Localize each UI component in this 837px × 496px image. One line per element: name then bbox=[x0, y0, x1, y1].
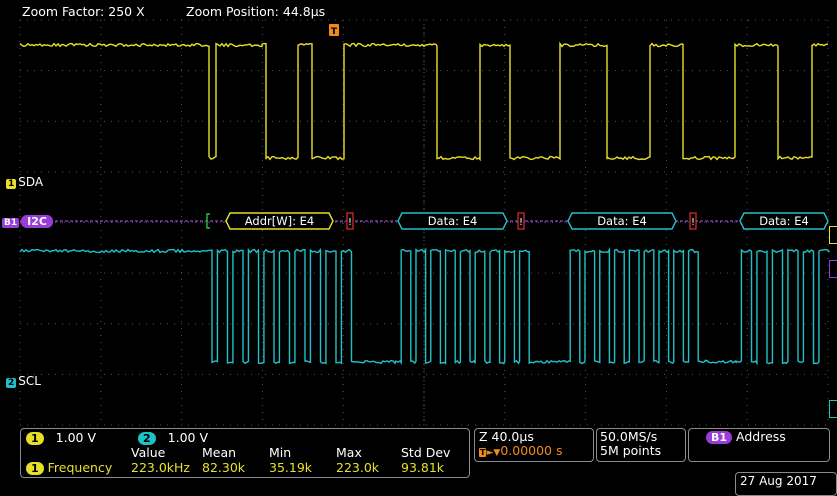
record-length: 5M points bbox=[600, 443, 661, 458]
ch1-badge: 1 bbox=[26, 432, 44, 445]
bus-display-text: Address bbox=[736, 429, 786, 444]
meas-name-text: Frequency bbox=[48, 460, 113, 475]
trigger-position-marker[interactable]: T bbox=[329, 24, 339, 37]
ch1-scale-value: 1.00 V bbox=[56, 430, 96, 445]
i2c-bus-decode-row: Addr[W]: E4 Data: E4 Data: E4 Data: E4!!! bbox=[20, 213, 828, 229]
scl-label-text: SCL bbox=[18, 374, 41, 388]
ch2-scale[interactable]: 2 1.00 V bbox=[138, 430, 208, 445]
bus-packet-label: Addr[W]: E4 bbox=[245, 214, 314, 228]
meas-header-min: Min bbox=[269, 445, 291, 460]
waveform-display[interactable]: T Addr[W]: E4 Data: E4 Data: E4 Data: E4!!! bbox=[0, 0, 837, 428]
meas-header-stddev: Std Dev bbox=[401, 445, 450, 460]
ack-marker-glyph: ! bbox=[691, 217, 695, 228]
ch2-badge: 2 bbox=[138, 432, 156, 445]
ch1-scale[interactable]: 1 1.00 V bbox=[26, 430, 96, 445]
date-readout: 27 Aug 2017 bbox=[740, 474, 817, 488]
meas-header-value: Value bbox=[131, 445, 165, 460]
meas-max: 223.0k bbox=[336, 460, 379, 475]
scl-waveform-trace bbox=[20, 250, 829, 364]
bus-badge: B1 bbox=[706, 431, 732, 444]
trigger-offset-readout: T►▼0.00000 s bbox=[479, 443, 563, 458]
horizontal-scale: Z 40.0µs bbox=[479, 429, 534, 444]
meas-header-max: Max bbox=[336, 445, 362, 460]
sample-rate: 50.0MS/s bbox=[600, 429, 657, 444]
bus-label[interactable]: B1 I2C bbox=[2, 214, 53, 228]
sda-label-text: SDA bbox=[18, 175, 43, 189]
meas-mean: 82.30k bbox=[202, 460, 245, 475]
right-edge-tab-3[interactable] bbox=[829, 400, 837, 418]
meas-name: 1 Frequency bbox=[26, 460, 112, 475]
ch2-scale-value: 1.00 V bbox=[168, 430, 208, 445]
start-condition-marker bbox=[207, 214, 210, 228]
bus-packet-label: Data: E4 bbox=[759, 214, 809, 228]
channel-1-marker: 1 bbox=[6, 179, 16, 189]
bus-packet-label: Data: E4 bbox=[428, 214, 478, 228]
meas-source-badge: 1 bbox=[26, 462, 44, 475]
sda-channel-label[interactable]: 1 SDA bbox=[6, 175, 43, 189]
bus-packet-label: Data: E4 bbox=[597, 214, 647, 228]
channel-2-marker: 2 bbox=[6, 378, 16, 388]
svg-text:T: T bbox=[331, 27, 338, 37]
right-edge-tab-2[interactable] bbox=[829, 260, 837, 278]
trigger-offset-value: 0.00000 s bbox=[500, 443, 562, 458]
meas-stddev: 93.81k bbox=[401, 460, 444, 475]
meas-value: 223.0kHz bbox=[131, 460, 190, 475]
right-edge-tab-1[interactable] bbox=[829, 226, 837, 244]
i2c-bus-label: I2C bbox=[21, 215, 53, 228]
status-bar: 1 1.00 V 2 1.00 V Value Mean Min Max Std… bbox=[0, 428, 837, 492]
scl-channel-label[interactable]: 2 SCL bbox=[6, 374, 41, 388]
meas-min: 35.19k bbox=[269, 460, 312, 475]
bus-b1-marker: B1 bbox=[2, 218, 19, 228]
ack-marker-glyph: ! bbox=[519, 217, 523, 228]
oscilloscope-screen: Zoom Factor: 250 X Zoom Position: 44.8µs… bbox=[0, 0, 837, 492]
meas-header-mean: Mean bbox=[202, 445, 236, 460]
trigger-arrow-icon: ►▼ bbox=[486, 448, 500, 458]
bus-display: B1 Address bbox=[706, 429, 786, 444]
ack-marker-glyph: ! bbox=[348, 217, 352, 228]
